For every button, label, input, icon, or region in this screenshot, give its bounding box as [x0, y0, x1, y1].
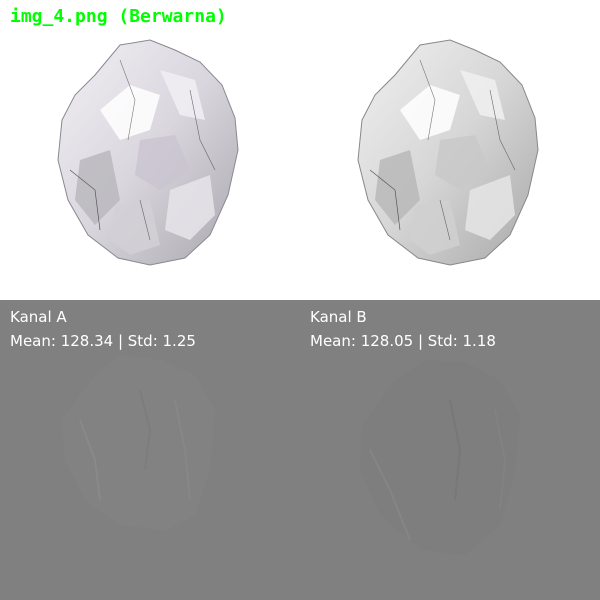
- channel-b-stats: Mean: 128.05 | Std: 1.18: [310, 332, 496, 350]
- crumpled-paper-color-image: [57, 39, 239, 266]
- image-grid: img_4.png (Berwarna) Kanal A Mean: 128.3…: [0, 0, 600, 600]
- crumpled-paper-grayscale-image: [357, 39, 539, 266]
- channel-a-label: Kanal A: [10, 308, 67, 326]
- color-image-panel: img_4.png (Berwarna): [0, 0, 300, 300]
- channel-a-stats: Mean: 128.34 | Std: 1.25: [10, 332, 196, 350]
- grayscale-image-panel: [300, 0, 600, 300]
- image-title: img_4.png (Berwarna): [10, 6, 227, 27]
- channel-b-label: Kanal B: [310, 308, 367, 326]
- channel-b-panel: Kanal B Mean: 128.05 | Std: 1.18: [300, 300, 600, 600]
- channel-a-panel: Kanal A Mean: 128.34 | Std: 1.25: [0, 300, 300, 600]
